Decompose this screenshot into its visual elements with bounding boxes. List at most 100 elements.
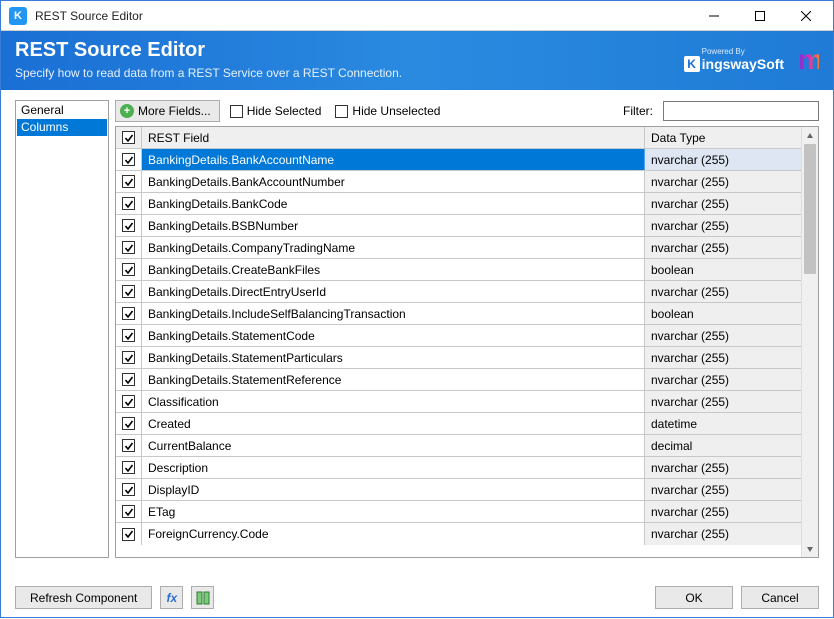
row-field[interactable]: Created: [142, 413, 645, 434]
col-header-type[interactable]: Data Type: [645, 127, 801, 148]
table-row[interactable]: BankingDetails.BSBNumbernvarchar (255): [116, 215, 801, 237]
row-field[interactable]: BankingDetails.BankAccountName: [142, 149, 645, 170]
row-checkbox[interactable]: [116, 457, 142, 478]
row-type[interactable]: nvarchar (255): [645, 237, 801, 258]
row-field[interactable]: BankingDetails.CreateBankFiles: [142, 259, 645, 280]
row-type[interactable]: boolean: [645, 303, 801, 324]
table-row[interactable]: BankingDetails.StatementCodenvarchar (25…: [116, 325, 801, 347]
table-row[interactable]: BankingDetails.IncludeSelfBalancingTrans…: [116, 303, 801, 325]
table-row[interactable]: BankingDetails.BankAccountNamenvarchar (…: [116, 149, 801, 171]
row-type[interactable]: nvarchar (255): [645, 215, 801, 236]
row-field[interactable]: BankingDetails.DirectEntryUserId: [142, 281, 645, 302]
table-row[interactable]: CurrentBalancedecimal: [116, 435, 801, 457]
row-field[interactable]: ForeignCurrency.Code: [142, 523, 645, 545]
table-row[interactable]: Classificationnvarchar (255): [116, 391, 801, 413]
plus-icon: +: [120, 104, 134, 118]
table-row[interactable]: BankingDetails.CompanyTradingNamenvarcha…: [116, 237, 801, 259]
row-checkbox[interactable]: [116, 501, 142, 522]
scroll-up-icon[interactable]: [802, 127, 818, 144]
col-header-field[interactable]: REST Field: [142, 127, 645, 148]
grid-header: REST FieldData Type: [116, 127, 801, 149]
kingswaysoft-logo: Powered By K ingswaySoft: [684, 48, 784, 72]
row-checkbox[interactable]: [116, 215, 142, 236]
row-checkbox[interactable]: [116, 325, 142, 346]
table-row[interactable]: BankingDetails.BankAccountNumbernvarchar…: [116, 171, 801, 193]
fx-icon: fx: [167, 591, 178, 605]
table-row[interactable]: Descriptionnvarchar (255): [116, 457, 801, 479]
app-icon: K: [9, 7, 27, 25]
hide-unselected-checkbox[interactable]: Hide Unselected: [331, 104, 444, 118]
table-row[interactable]: ForeignCurrency.Codenvarchar (255): [116, 523, 801, 545]
cancel-button[interactable]: Cancel: [741, 586, 819, 609]
row-checkbox[interactable]: [116, 171, 142, 192]
select-all-checkbox[interactable]: [116, 127, 142, 148]
row-field[interactable]: BankingDetails.StatementReference: [142, 369, 645, 390]
scroll-down-icon[interactable]: [802, 540, 818, 557]
row-field[interactable]: ETag: [142, 501, 645, 522]
row-checkbox[interactable]: [116, 237, 142, 258]
row-field[interactable]: DisplayID: [142, 479, 645, 500]
mapping-button[interactable]: [191, 586, 214, 609]
row-type[interactable]: nvarchar (255): [645, 523, 801, 545]
close-button[interactable]: [783, 1, 829, 31]
row-type[interactable]: nvarchar (255): [645, 171, 801, 192]
row-field[interactable]: BankingDetails.IncludeSelfBalancingTrans…: [142, 303, 645, 324]
row-type[interactable]: nvarchar (255): [645, 149, 801, 170]
row-checkbox[interactable]: [116, 413, 142, 434]
row-type[interactable]: boolean: [645, 259, 801, 280]
row-field[interactable]: BankingDetails.BankCode: [142, 193, 645, 214]
row-type[interactable]: nvarchar (255): [645, 501, 801, 522]
row-type[interactable]: datetime: [645, 413, 801, 434]
row-field[interactable]: BankingDetails.CompanyTradingName: [142, 237, 645, 258]
row-checkbox[interactable]: [116, 369, 142, 390]
row-field[interactable]: BankingDetails.BankAccountNumber: [142, 171, 645, 192]
row-type[interactable]: nvarchar (255): [645, 479, 801, 500]
row-type[interactable]: nvarchar (255): [645, 193, 801, 214]
row-checkbox[interactable]: [116, 281, 142, 302]
table-row[interactable]: Createddatetime: [116, 413, 801, 435]
dialog-footer: Refresh Component fx OK Cancel: [1, 576, 833, 619]
row-type[interactable]: nvarchar (255): [645, 325, 801, 346]
table-row[interactable]: ETagnvarchar (255): [116, 501, 801, 523]
row-field[interactable]: CurrentBalance: [142, 435, 645, 456]
expression-button[interactable]: fx: [160, 586, 183, 609]
table-row[interactable]: BankingDetails.StatementParticularsnvarc…: [116, 347, 801, 369]
row-field[interactable]: Classification: [142, 391, 645, 412]
row-checkbox[interactable]: [116, 149, 142, 170]
row-type[interactable]: nvarchar (255): [645, 347, 801, 368]
row-type[interactable]: nvarchar (255): [645, 391, 801, 412]
row-checkbox[interactable]: [116, 435, 142, 456]
row-checkbox[interactable]: [116, 303, 142, 324]
filter-input[interactable]: [663, 101, 819, 121]
sidebar-item-columns[interactable]: Columns: [17, 119, 107, 136]
row-field[interactable]: Description: [142, 457, 645, 478]
sidebar-item-general[interactable]: General: [17, 102, 107, 119]
scroll-thumb[interactable]: [804, 144, 816, 274]
row-checkbox[interactable]: [116, 193, 142, 214]
hide-selected-checkbox[interactable]: Hide Selected: [226, 104, 326, 118]
table-row[interactable]: BankingDetails.BankCodenvarchar (255): [116, 193, 801, 215]
grid-scrollbar[interactable]: [801, 127, 818, 557]
table-row[interactable]: BankingDetails.CreateBankFilesboolean: [116, 259, 801, 281]
table-row[interactable]: DisplayIDnvarchar (255): [116, 479, 801, 501]
row-checkbox[interactable]: [116, 347, 142, 368]
row-type[interactable]: decimal: [645, 435, 801, 456]
maximize-button[interactable]: [737, 1, 783, 31]
row-field[interactable]: BankingDetails.BSBNumber: [142, 215, 645, 236]
minimize-button[interactable]: [691, 1, 737, 31]
more-fields-button[interactable]: + More Fields...: [115, 100, 220, 122]
row-checkbox[interactable]: [116, 523, 142, 545]
row-checkbox[interactable]: [116, 259, 142, 280]
table-row[interactable]: BankingDetails.StatementReferencenvarcha…: [116, 369, 801, 391]
window-title: REST Source Editor: [35, 9, 691, 23]
row-field[interactable]: BankingDetails.StatementParticulars: [142, 347, 645, 368]
table-row[interactable]: BankingDetails.DirectEntryUserIdnvarchar…: [116, 281, 801, 303]
row-checkbox[interactable]: [116, 391, 142, 412]
row-checkbox[interactable]: [116, 479, 142, 500]
refresh-component-button[interactable]: Refresh Component: [15, 586, 152, 609]
row-type[interactable]: nvarchar (255): [645, 369, 801, 390]
row-field[interactable]: BankingDetails.StatementCode: [142, 325, 645, 346]
ok-button[interactable]: OK: [655, 586, 733, 609]
row-type[interactable]: nvarchar (255): [645, 457, 801, 478]
row-type[interactable]: nvarchar (255): [645, 281, 801, 302]
